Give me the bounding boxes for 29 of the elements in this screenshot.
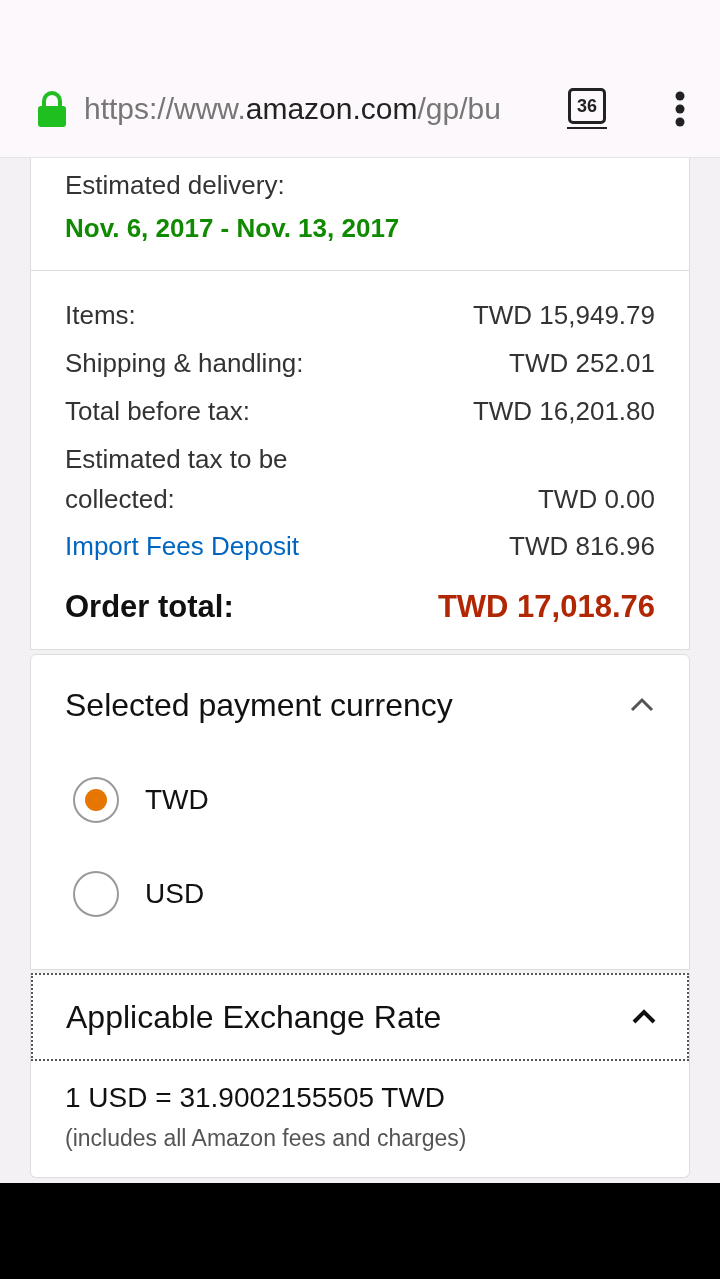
radio-label: USD [145, 876, 205, 911]
section-title: Selected payment currency [65, 685, 453, 725]
delivery-label: Estimated delivery: [65, 169, 286, 202]
summary-value: TWD 252.01 [509, 347, 655, 380]
exchange-note: (includes all Amazon fees and charges) [65, 1123, 468, 1153]
section-title: Applicable Exchange Rate [66, 997, 442, 1037]
import-fees-link[interactable]: Import Fees Deposit [65, 527, 300, 566]
summary-value: TWD 15,949.79 [472, 299, 655, 332]
url-text[interactable]: https://www.amazon.com/gp/bu [84, 92, 501, 125]
chevron-up-icon[interactable] [629, 696, 655, 713]
summary-value: TWD 0.00 [537, 483, 655, 516]
summary-label: Total before tax: [65, 395, 251, 428]
summary-label: Estimated tax to be collected: [65, 443, 289, 516]
summary-label: Items: [65, 299, 137, 332]
exchange-rate: 1 USD = 31.9002155505 TWD [65, 1080, 447, 1115]
summary-value: TWD 816.96 [509, 530, 655, 563]
radio-label: TWD [145, 782, 209, 817]
more-menu-icon[interactable] [674, 90, 686, 127]
radio-button[interactable] [73, 870, 119, 917]
delivery-dates: Nov. 6, 2017 - Nov. 13, 2017 [65, 212, 401, 245]
tab-count[interactable]: 36 [568, 88, 606, 124]
order-total-label: Order total: [65, 588, 234, 626]
summary-label: Shipping & handling: [65, 347, 305, 380]
chevron-up-icon[interactable] [631, 1008, 657, 1025]
lock-icon [37, 90, 67, 127]
exchange-header[interactable]: Applicable Exchange Rate [31, 972, 689, 1061]
radio-button[interactable] [73, 776, 119, 823]
summary-value: TWD 16,201.80 [472, 395, 655, 428]
order-total-value: TWD 17,018.76 [437, 588, 655, 626]
